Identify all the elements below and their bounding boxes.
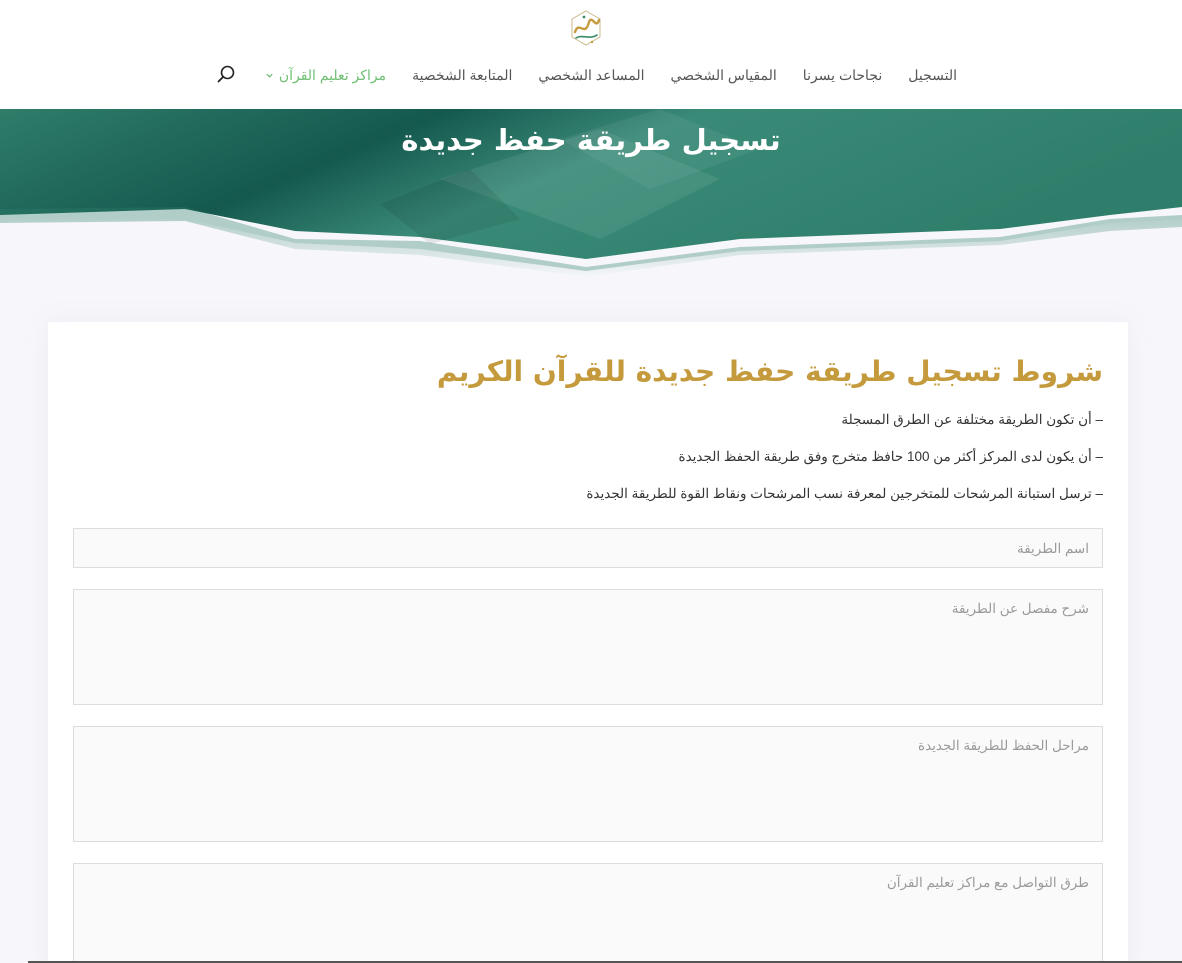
conditions-title: شروط تسجيل طريقة حفظ جديدة للقرآن الكريم — [436, 355, 1103, 388]
page-hero: تسجيل طريقة حفظ جديدة — [0, 109, 1182, 279]
nav-item-personal-followup[interactable]: المتابعة الشخصية — [412, 67, 512, 84]
condition-item: – أن يكون لدى المركز أكثر من 100 حافظ مت… — [678, 449, 1104, 464]
method-name-input[interactable] — [73, 528, 1103, 568]
site-header: التسجيل نجاحات يسرنا المقياس الشخصي المس… — [0, 0, 1182, 109]
nav-item-quran-centers-label: مراكز تعليم القرآن — [278, 66, 387, 83]
nav-item-personal-assistant[interactable]: المساعد الشخصي — [538, 67, 644, 84]
chevron-down-icon — [266, 73, 273, 78]
site-logo[interactable] — [566, 8, 606, 48]
registration-card: شروط تسجيل طريقة حفظ جديدة للقرآن الكريم… — [48, 322, 1128, 963]
condition-item: – أن تكون الطريقة مختلفة عن الطرق المسجل… — [841, 412, 1103, 427]
nav-item-personal-scale[interactable]: المقياس الشخصي — [671, 67, 777, 84]
conditions-list: – أن تكون الطريقة مختلفة عن الطرق المسجل… — [73, 410, 1103, 504]
method-description-textarea[interactable] — [73, 589, 1103, 705]
search-icon[interactable] — [216, 64, 236, 84]
nav-item-quran-centers[interactable]: مراكز تعليم القرآن — [265, 67, 386, 84]
nav-item-successes[interactable]: نجاحات يسرنا — [803, 67, 882, 84]
new-method-form — [73, 528, 1103, 963]
main-navigation: التسجيل نجاحات يسرنا المقياس الشخصي المس… — [265, 62, 957, 88]
nav-item-registration[interactable]: التسجيل — [908, 67, 957, 84]
page-title: تسجيل طريقة حفظ جديدة — [401, 123, 781, 157]
memorization-stages-textarea[interactable] — [73, 726, 1103, 842]
condition-item: – ترسل استبانة المرشحات للمتخرجين لمعرفة… — [586, 486, 1103, 501]
contact-methods-textarea[interactable] — [73, 863, 1103, 963]
